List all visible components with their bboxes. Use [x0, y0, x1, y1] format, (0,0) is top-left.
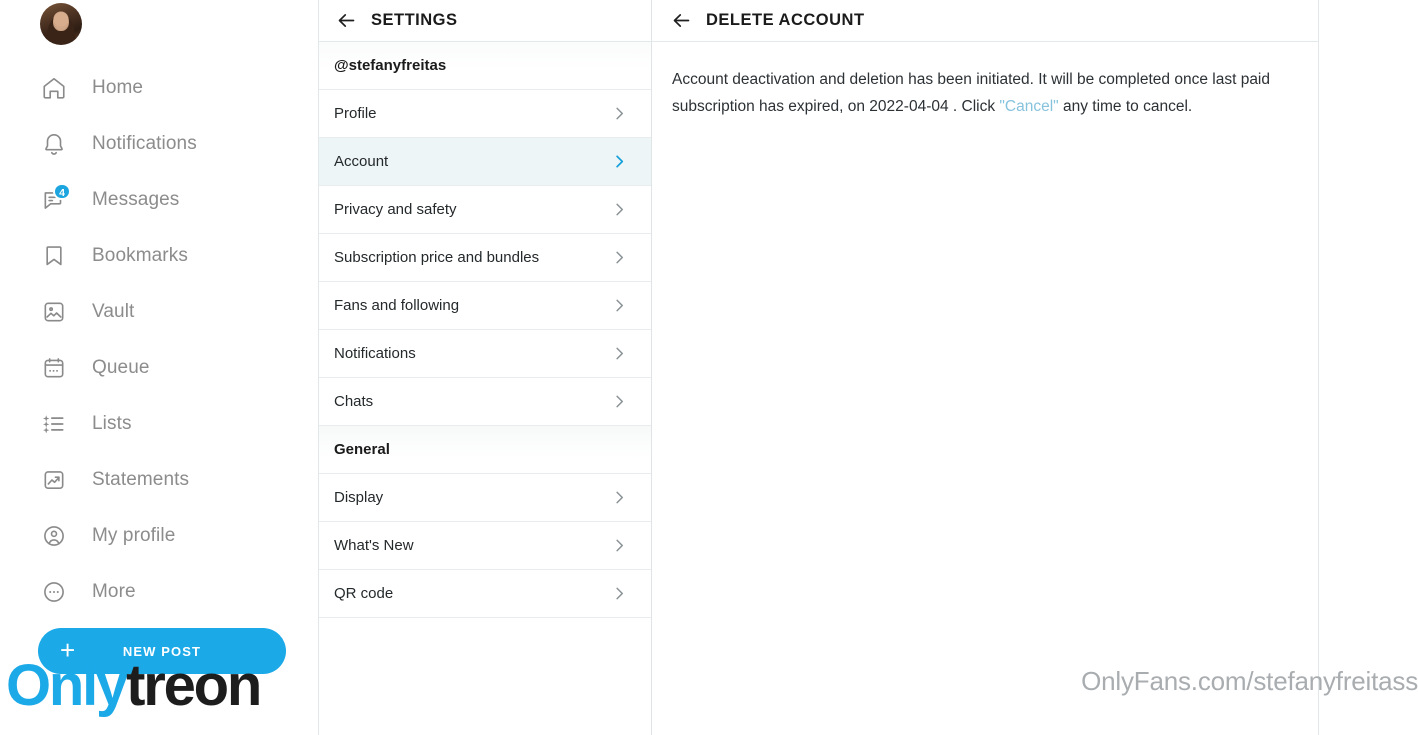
sidebar-item-label: Vault [92, 301, 135, 322]
sidebar-item-label: More [92, 581, 136, 602]
delete-account-panel: DELETE ACCOUNT Account deactivation and … [652, 0, 1319, 735]
settings-row-subscription-price-and-bundles[interactable]: Subscription price and bundles [319, 234, 651, 282]
main-content: DELETE ACCOUNT Account deactivation and … [652, 0, 1418, 735]
arrow-left-icon[interactable] [335, 10, 357, 32]
chevron-right-icon [610, 536, 629, 555]
chevron-right-icon [610, 152, 629, 171]
sidebar-item-label: Queue [92, 357, 150, 378]
sidebar-item-queue[interactable]: Queue [38, 340, 306, 396]
settings-row-label: What's New [334, 537, 414, 554]
settings-row-label: Chats [334, 393, 374, 410]
bookmark-icon [38, 240, 70, 272]
vault-image-icon [38, 296, 70, 328]
sidebar-item-label: Home [92, 77, 144, 98]
sidebar-item-statements[interactable]: Statements [38, 452, 306, 508]
sidebar-item-home[interactable]: Home [38, 60, 306, 116]
settings-row-qr-code[interactable]: QR code [319, 570, 651, 618]
page-title: DELETE ACCOUNT [706, 11, 865, 29]
settings-row-profile[interactable]: Profile [319, 90, 651, 138]
app-root: Home Notifications 4 Messages Bookmarks … [0, 0, 1418, 735]
chevron-right-icon [610, 248, 629, 267]
settings-row-label: Account [334, 153, 389, 170]
settings-header: SETTINGS [319, 0, 651, 42]
chevron-right-icon [610, 488, 629, 507]
home-icon [38, 72, 70, 104]
sidebar-item-bookmarks[interactable]: Bookmarks [38, 228, 306, 284]
settings-row-label: Profile [334, 105, 377, 122]
settings-list: @stefanyfreitas Profile Account Privacy … [319, 42, 651, 618]
ellipsis-circle-icon [38, 576, 70, 608]
brand-watermark: Onlytreon [6, 657, 262, 715]
settings-row-notifications[interactable]: Notifications [319, 330, 651, 378]
messages-badge: 4 [53, 183, 71, 200]
delete-account-body: Account deactivation and deletion has be… [652, 42, 1318, 120]
url-watermark: OnlyFans.com/stefanyfreitass [1081, 666, 1418, 696]
settings-row-display[interactable]: Display [319, 474, 651, 522]
sidebar-nav: Home Notifications 4 Messages Bookmarks … [38, 60, 306, 620]
settings-row-label: Fans and following [334, 297, 460, 314]
chevron-right-icon [610, 104, 629, 123]
settings-row-label: QR code [334, 585, 394, 602]
settings-row-account[interactable]: Account [319, 138, 651, 186]
settings-row-label: Privacy and safety [334, 201, 457, 218]
settings-row-whats-new[interactable]: What's New [319, 522, 651, 570]
list-star-icon [38, 408, 70, 440]
chart-frame-icon [38, 464, 70, 496]
sidebar-item-vault[interactable]: Vault [38, 284, 306, 340]
sidebar-item-label: My profile [92, 525, 176, 546]
chevron-right-icon [610, 296, 629, 315]
settings-panel: SETTINGS @stefanyfreitas Profile Account… [318, 0, 652, 735]
arrow-left-icon[interactable] [670, 10, 692, 32]
bell-icon [38, 128, 70, 160]
settings-username: @stefanyfreitas [319, 42, 651, 90]
sidebar-item-notifications[interactable]: Notifications [38, 116, 306, 172]
sidebar-item-label: Statements [92, 469, 190, 490]
profile-circle-icon [38, 520, 70, 552]
messages-icon: 4 [38, 183, 71, 216]
sidebar-item-my-profile[interactable]: My profile [38, 508, 306, 564]
brand-secondary: treon [126, 653, 262, 718]
settings-row-label: Display [334, 489, 384, 506]
chevron-right-icon [610, 344, 629, 363]
cancel-link[interactable]: "Cancel" [999, 98, 1058, 115]
sidebar-item-more[interactable]: More [38, 564, 306, 620]
settings-row-privacy-and-safety[interactable]: Privacy and safety [319, 186, 651, 234]
chevron-right-icon [610, 392, 629, 411]
avatar[interactable] [40, 3, 82, 45]
settings-title: SETTINGS [371, 11, 458, 29]
brand-primary: Only [6, 653, 128, 718]
settings-section-general: General [319, 426, 651, 474]
avatar-image [40, 3, 82, 45]
sidebar-item-label: Bookmarks [92, 245, 188, 266]
settings-row-chats[interactable]: Chats [319, 378, 651, 426]
sidebar-item-label: Lists [92, 413, 132, 434]
settings-row-label: Notifications [334, 345, 416, 362]
sidebar-item-messages[interactable]: 4 Messages [38, 172, 306, 228]
sidebar-item-label: Messages [92, 189, 180, 210]
delete-account-header: DELETE ACCOUNT [652, 0, 1318, 42]
calendar-icon [38, 352, 70, 384]
delete-account-message: Account deactivation and deletion has be… [672, 66, 1297, 120]
sidebar-item-label: Notifications [92, 133, 197, 154]
sidebar-item-lists[interactable]: Lists [38, 396, 306, 452]
settings-row-label: Subscription price and bundles [334, 249, 540, 266]
settings-row-fans-and-following[interactable]: Fans and following [319, 282, 651, 330]
message-part-2: any time to cancel. [1058, 98, 1193, 115]
chevron-right-icon [610, 200, 629, 219]
chevron-right-icon [610, 584, 629, 603]
left-sidebar: Home Notifications 4 Messages Bookmarks … [0, 0, 318, 735]
